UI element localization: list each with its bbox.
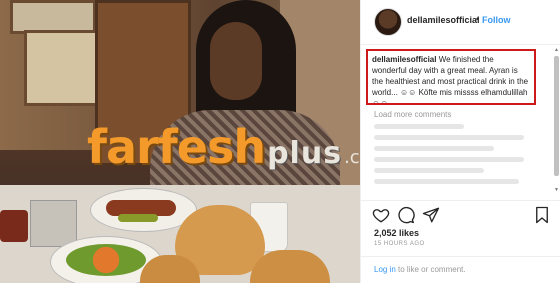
action-bar	[361, 200, 560, 227]
watermark: farfesh plus .com	[87, 120, 360, 180]
photo-woman-face	[210, 22, 262, 100]
blurred-comment	[374, 168, 484, 173]
caption-highlight-box: dellamilesofficial We finished the wonde…	[366, 49, 536, 105]
post-photo: farfesh plus .com	[0, 0, 360, 283]
comment-bubble-icon[interactable]	[397, 206, 415, 224]
comments-scrollbar[interactable]: ▲ ▼	[554, 48, 559, 198]
photo-wall-frame	[24, 30, 100, 106]
post-header: dellamilesofficial • Follow	[361, 0, 560, 45]
photo-shakers	[30, 200, 77, 247]
login-prompt: Log in to like or comment.	[374, 265, 466, 274]
photo-peppers	[118, 214, 158, 222]
bookmark-icon[interactable]	[533, 206, 551, 224]
watermark-tld: .com	[344, 147, 360, 168]
post-timestamp: 15 HOURS AGO	[374, 241, 425, 247]
scrollbar-thumb[interactable]	[554, 56, 559, 176]
watermark-brand: farfesh	[87, 120, 266, 174]
username-link[interactable]: dellamilesofficial	[407, 15, 480, 25]
likes-count[interactable]: 2,052 likes	[374, 228, 419, 238]
heart-icon[interactable]	[372, 206, 390, 224]
blurred-comment	[374, 157, 524, 162]
login-link[interactable]: Log in	[374, 265, 396, 274]
blurred-comment	[374, 179, 519, 184]
photo-wall-frame	[10, 0, 96, 34]
watermark-suffix: plus	[267, 136, 343, 171]
header-separator: •	[476, 14, 480, 24]
caption-username[interactable]: dellamilesofficial	[372, 55, 439, 64]
post-side-panel: dellamilesofficial • Follow dellamilesof…	[360, 0, 560, 283]
instagram-post: farfesh plus .com dellamilesofficial • F…	[0, 0, 560, 283]
login-prompt-text: to like or comment.	[395, 265, 466, 274]
blurred-comment	[374, 124, 464, 129]
blurred-comment	[374, 135, 524, 140]
photo-salad	[66, 244, 146, 276]
blurred-comment	[374, 146, 494, 151]
photo-jar	[0, 210, 28, 242]
load-more-comments-link[interactable]: Load more comments	[374, 110, 451, 119]
share-plane-icon[interactable]	[422, 206, 440, 224]
avatar[interactable]	[374, 8, 402, 36]
scroll-down-arrow-icon[interactable]: ▼	[554, 188, 559, 193]
scroll-up-arrow-icon[interactable]: ▲	[554, 48, 559, 53]
follow-button[interactable]: Follow	[482, 15, 511, 25]
